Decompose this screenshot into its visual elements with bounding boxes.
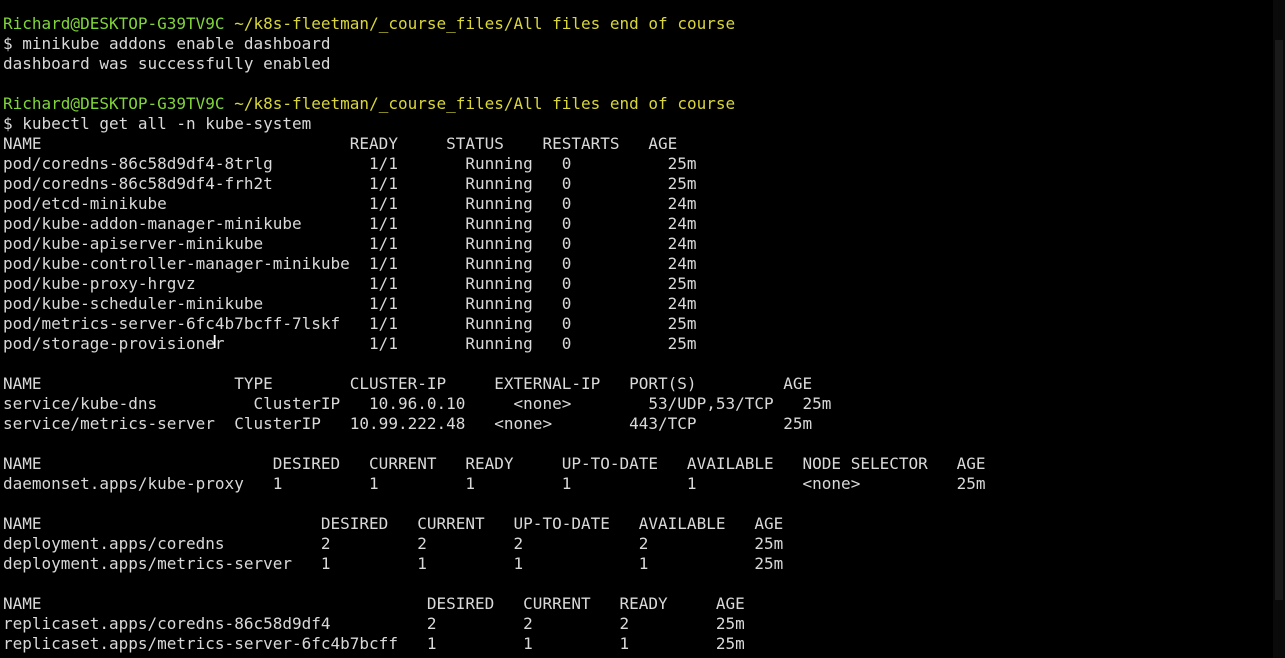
output-line: pod/etcd-minikube 1/1 Running 0 24m <box>3 194 697 213</box>
output-line: pod/kube-controller-manager-minikube 1/1… <box>3 254 697 273</box>
output-line: pod/coredns-86c58d9df4-frh2t 1/1 Running… <box>3 174 697 193</box>
output-line: pod/metrics-server-6fc4b7bcff-7lskf 1/1 … <box>3 314 697 333</box>
prompt-line: Richard@DESKTOP-G39TV9C ~/k8s-fleetman/_… <box>3 14 1285 34</box>
scrollbar-thumb[interactable] <box>1275 40 1283 600</box>
output-line: deployment.apps/metrics-server 1 1 1 1 2… <box>3 554 784 573</box>
output-line: NAME DESIRED CURRENT UP-TO-DATE AVAILABL… <box>3 514 784 533</box>
output-line: NAME TYPE CLUSTER-IP EXTERNAL-IP PORT(S)… <box>3 374 813 393</box>
prompt-user-host: Richard@DESKTOP-G39TV9C <box>3 94 225 113</box>
output-line: service/metrics-server ClusterIP 10.99.2… <box>3 414 813 433</box>
output-line: NAME DESIRED CURRENT READY UP-TO-DATE AV… <box>3 454 986 473</box>
output-line: NAME DESIRED CURRENT READY AGE <box>3 594 745 613</box>
output-line: pod/storage-provisioner 1/1 Running 0 25… <box>3 334 697 353</box>
terminal-output[interactable]: Richard@DESKTOP-G39TV9C ~/k8s-fleetman/_… <box>3 14 1285 654</box>
terminal-window[interactable]: Richard@DESKTOP-G39TV9C ~/k8s-fleetman/_… <box>0 0 1285 658</box>
output-line: pod/kube-proxy-hrgvz 1/1 Running 0 25m <box>3 274 697 293</box>
text-cursor-icon: I <box>212 332 218 353</box>
prompt-cwd: ~/k8s-fleetman/_course_files/All files e… <box>234 14 736 33</box>
output-line: dashboard was successfully enabled <box>3 54 331 73</box>
output-line: replicaset.apps/metrics-server-6fc4b7bcf… <box>3 634 745 653</box>
output-line: service/kube-dns ClusterIP 10.96.0.10 <n… <box>3 394 832 413</box>
output-line: $ kubectl get all -n kube-system <box>3 114 312 133</box>
output-line: deployment.apps/coredns 2 2 2 2 25m <box>3 534 784 553</box>
output-line: daemonset.apps/kube-proxy 1 1 1 1 1 <non… <box>3 474 986 493</box>
output-line: replicaset.apps/coredns-86c58d9df4 2 2 2… <box>3 614 745 633</box>
output-line: $ minikube addons enable dashboard <box>3 34 331 53</box>
vertical-scrollbar[interactable] <box>1273 0 1285 658</box>
output-line: pod/kube-addon-manager-minikube 1/1 Runn… <box>3 214 697 233</box>
prompt-user-host: Richard@DESKTOP-G39TV9C <box>3 14 225 33</box>
output-line: NAME READY STATUS RESTARTS AGE <box>3 134 678 153</box>
prompt-line: Richard@DESKTOP-G39TV9C ~/k8s-fleetman/_… <box>3 94 1285 114</box>
output-line: pod/coredns-86c58d9df4-8trlg 1/1 Running… <box>3 154 697 173</box>
prompt-cwd: ~/k8s-fleetman/_course_files/All files e… <box>234 94 736 113</box>
output-line: pod/kube-apiserver-minikube 1/1 Running … <box>3 234 697 253</box>
output-line: pod/kube-scheduler-minikube 1/1 Running … <box>3 294 697 313</box>
